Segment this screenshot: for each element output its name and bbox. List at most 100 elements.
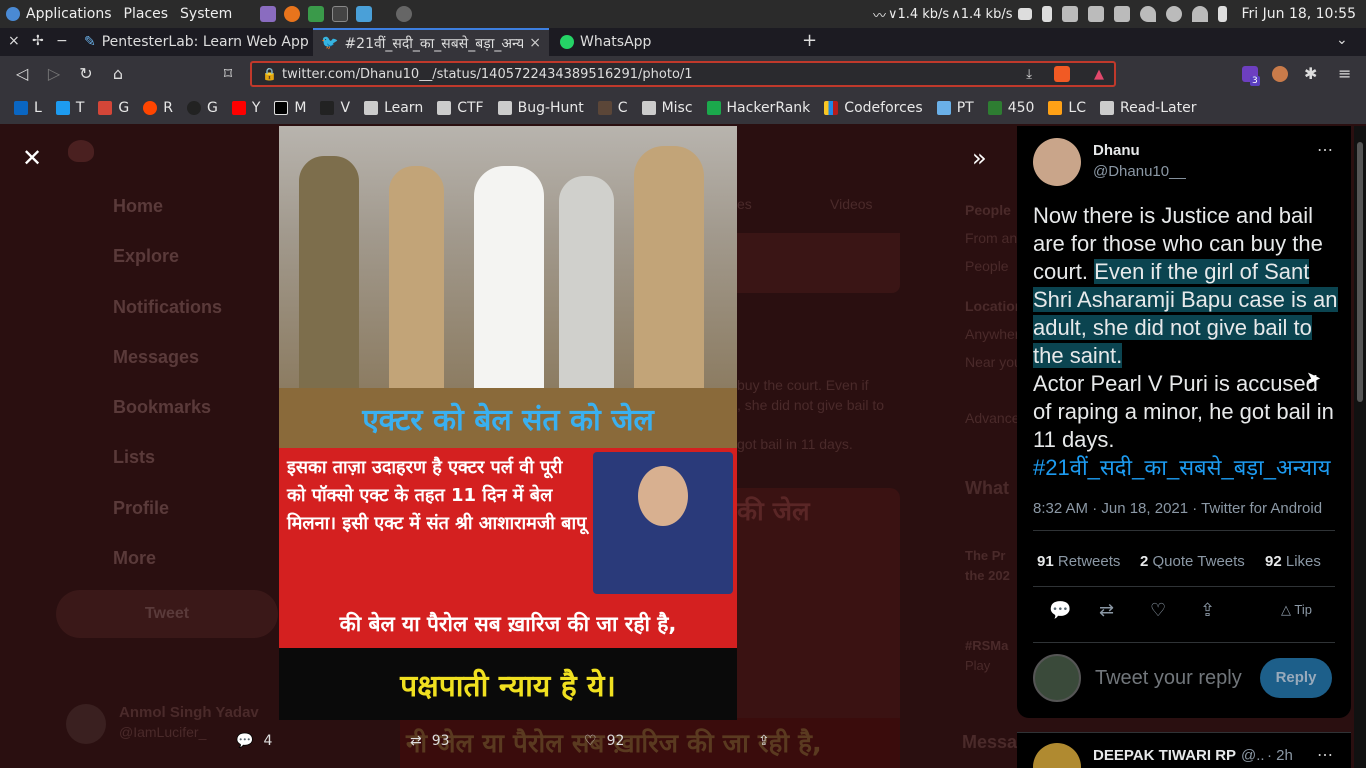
- bookmark-v[interactable]: V: [320, 100, 350, 116]
- new-tab-icon[interactable]: +: [802, 30, 817, 51]
- volume-icon[interactable]: [1114, 6, 1131, 22]
- heart-icon: ♡: [584, 733, 597, 749]
- bookmark-folder-learn[interactable]: Learn: [364, 100, 423, 116]
- cookie-icon[interactable]: [1272, 66, 1288, 82]
- tab-pentesterlab[interactable]: ✎ PentesterLab: Learn Web App: [76, 28, 312, 56]
- location2-icon[interactable]: [1166, 6, 1183, 22]
- bookmark-leetcode[interactable]: LC: [1048, 100, 1086, 116]
- menu-applications[interactable]: Applications: [20, 6, 118, 22]
- author-avatar[interactable]: [1033, 138, 1081, 186]
- bookmark-codeforces[interactable]: Codeforces: [824, 100, 923, 116]
- next-reply[interactable]: DEEPAK TIWARI RP @.. · 2h ⋯: [1017, 732, 1351, 768]
- bookmark-450[interactable]: 450: [987, 100, 1034, 116]
- menu-system[interactable]: System: [174, 6, 238, 22]
- brave-rewards-icon[interactable]: ▲: [1094, 67, 1104, 82]
- clock[interactable]: Fri Jun 18, 10:55: [1241, 6, 1356, 22]
- brave-shields-icon[interactable]: [1054, 66, 1070, 82]
- firefox-icon[interactable]: [284, 6, 301, 22]
- divider: [1033, 642, 1335, 643]
- folder-icon: [497, 101, 512, 115]
- url-bar[interactable]: 🔒 twitter.com/Dhanu10__/status/140572243…: [250, 61, 1116, 87]
- panel-scrollbar[interactable]: [1354, 126, 1366, 768]
- v-icon: [320, 101, 335, 115]
- retweets-count[interactable]: 91 Retweets: [1037, 553, 1120, 570]
- display-icon[interactable]: [1088, 6, 1105, 22]
- bookmark-twitter[interactable]: T: [55, 100, 84, 116]
- tip-button[interactable]: △ Tip: [1281, 602, 1312, 618]
- reply-input[interactable]: Tweet your reply: [1095, 667, 1242, 690]
- bookmark-folder-readlater[interactable]: Read-Later: [1100, 100, 1196, 116]
- tab-bar: × ✢ − ✎ PentesterLab: Learn Web App 🐦 #2…: [0, 28, 1366, 56]
- text-editor-icon[interactable]: [260, 6, 277, 22]
- bottom-reply-button[interactable]: 💬 4: [236, 733, 272, 749]
- more-options-icon[interactable]: ⋯: [1317, 140, 1333, 160]
- bg-people-follow: People: [965, 258, 1009, 274]
- collapse-panel-icon[interactable]: »: [972, 144, 987, 172]
- retweet-icon[interactable]: ⇄: [1099, 600, 1114, 621]
- bookmark-linkedin[interactable]: L: [14, 100, 42, 116]
- location-icon[interactable]: [1140, 6, 1157, 22]
- bookmark-folder-ctf[interactable]: CTF: [437, 100, 484, 116]
- tab-minimize-icon[interactable]: −: [56, 33, 68, 49]
- menu-places[interactable]: Places: [118, 6, 175, 22]
- url-text[interactable]: twitter.com/Dhanu10__/status/14057224343…: [282, 67, 693, 82]
- bottom-share-button[interactable]: ⇪: [758, 733, 770, 749]
- bookmark-folder-bughunt[interactable]: Bug-Hunt: [497, 100, 584, 116]
- reply-author-handle: @..: [1241, 747, 1265, 764]
- like-icon[interactable]: ♡: [1150, 600, 1166, 621]
- bookmark-youtube[interactable]: Y: [231, 100, 260, 116]
- tab-list-icon[interactable]: ⌄: [1336, 32, 1348, 48]
- bookmark-github[interactable]: G: [186, 100, 218, 116]
- forward-icon[interactable]: ▷: [44, 64, 64, 84]
- nav-more: More: [113, 548, 157, 568]
- net-down: ∨1.4 kb/s: [887, 6, 950, 22]
- spreadsheet-icon[interactable]: [308, 6, 325, 22]
- author-handle[interactable]: @Dhanu10__: [1093, 163, 1186, 180]
- home-icon[interactable]: ⌂: [108, 64, 128, 84]
- tab-label: #21वीं_सदी_का_सबसे_बड़ा_अन्य: [344, 35, 524, 52]
- scroll-thumb[interactable]: [1357, 142, 1363, 402]
- bookmark-reddit[interactable]: R: [143, 100, 173, 116]
- bookmark-folder-misc[interactable]: Misc: [641, 100, 693, 116]
- close-photo-icon[interactable]: ✕: [22, 144, 42, 172]
- tab-twitter[interactable]: 🐦 #21वीं_सदी_का_सबसे_बड़ा_अन्य ×: [313, 28, 549, 56]
- tab-whatsapp[interactable]: WhatsApp: [552, 28, 788, 56]
- tab-scroll-icon[interactable]: ✢: [32, 33, 44, 49]
- bookmark-page-icon[interactable]: ⌑: [218, 64, 238, 84]
- menu-icon[interactable]: ≡: [1338, 64, 1351, 83]
- reply-icon[interactable]: 💬: [1049, 600, 1071, 621]
- bookmark-gmail[interactable]: G: [98, 100, 129, 116]
- bottom-like-button[interactable]: ♡ 92: [584, 733, 624, 749]
- apps-logo-icon[interactable]: [6, 7, 20, 21]
- share-icon[interactable]: ⇪: [1200, 600, 1215, 621]
- bookmark-codechef[interactable]: C: [597, 100, 628, 116]
- settings-icon[interactable]: [396, 6, 413, 22]
- tab-scroll-close-icon[interactable]: ×: [8, 33, 20, 49]
- bluetooth-icon[interactable]: [1042, 6, 1053, 22]
- quote-tweets-count[interactable]: 2 Quote Tweets: [1140, 553, 1245, 570]
- wifi-icon[interactable]: [1192, 6, 1209, 22]
- screenshot-icon[interactable]: [356, 6, 373, 22]
- telegram-icon[interactable]: [1018, 8, 1033, 20]
- more-options-icon[interactable]: ⋯: [1317, 745, 1333, 765]
- bookmark-pt[interactable]: PT: [936, 100, 974, 116]
- author-name[interactable]: Dhanu: [1093, 142, 1140, 159]
- bookmark-hackerrank[interactable]: HackerRank: [706, 100, 810, 116]
- keyboard-icon[interactable]: [1062, 6, 1079, 22]
- terminal-icon[interactable]: [332, 6, 349, 22]
- extensions-puzzle-icon[interactable]: ✱: [1304, 64, 1317, 83]
- tweet-photo[interactable]: एक्टर को बेल संत को जेल इसका ताज़ा उदाहर…: [279, 126, 737, 720]
- mouse-cursor-icon: ➤: [1306, 368, 1322, 389]
- hashtag-link[interactable]: #21वीं_सदी_का_सबसे_बड़ा_अन्याय: [1033, 455, 1331, 480]
- saint-figure: [474, 166, 544, 388]
- battery-icon[interactable]: [1218, 6, 1228, 22]
- tab-close-icon[interactable]: ×: [529, 35, 541, 51]
- back-icon[interactable]: ◁: [12, 64, 32, 84]
- download-icon[interactable]: ⤓: [1026, 67, 1032, 82]
- likes-count[interactable]: 92 Likes: [1265, 553, 1321, 570]
- bottom-retweet-button[interactable]: ⇄ 93: [410, 733, 450, 749]
- reload-icon[interactable]: ↻: [76, 64, 96, 84]
- network-activity-icon: 〰: [872, 8, 886, 24]
- reply-button[interactable]: Reply: [1260, 658, 1332, 698]
- bookmark-medium[interactable]: M: [274, 100, 306, 116]
